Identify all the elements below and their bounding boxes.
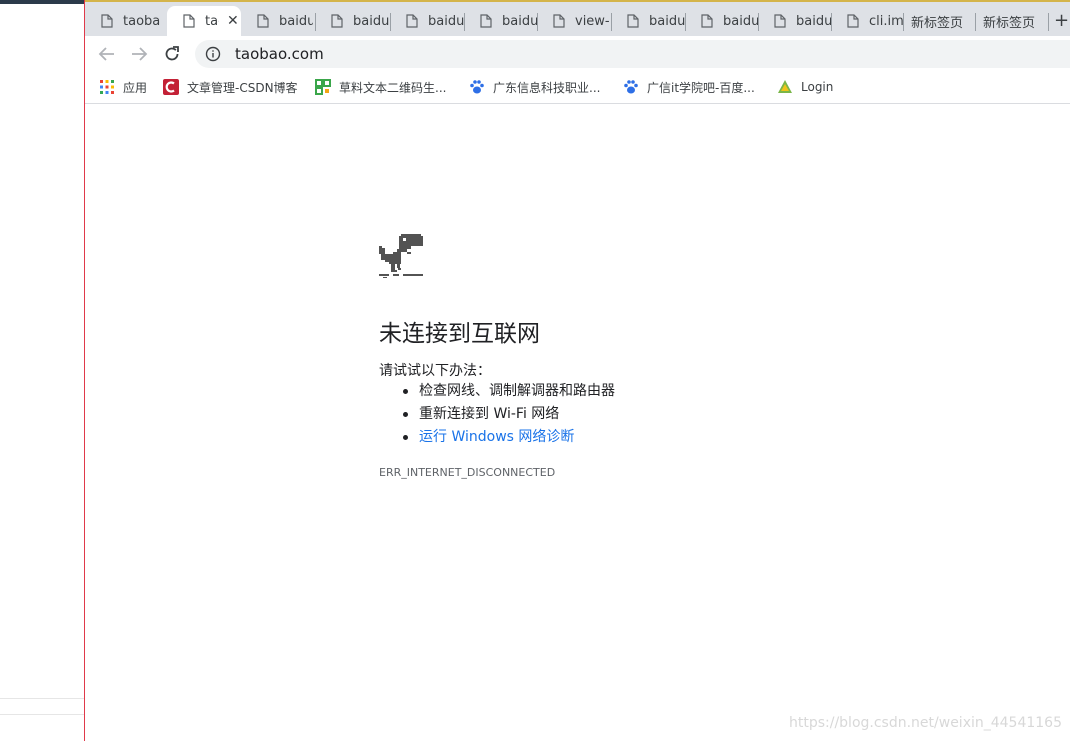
tab-title: tao	[205, 13, 219, 29]
page-icon	[183, 14, 195, 28]
tab-new-tab[interactable]: 新标签页	[975, 6, 1047, 36]
tab-close-icon[interactable]: ✕	[227, 13, 239, 29]
tab-cli-im[interactable]: cli.im	[831, 6, 903, 36]
tab-title: 新标签页	[911, 15, 964, 31]
baidu-paw-icon	[470, 80, 484, 94]
error-code: ERR_INTERNET_DISCONNECTED	[379, 466, 556, 479]
tab-baidu[interactable]: baidu	[685, 6, 758, 36]
bookmark-qrcode[interactable]: 草料文本二维码生...	[315, 78, 446, 96]
tab-baidu[interactable]: baidu	[390, 6, 464, 36]
error-page: 未连接到互联网 请试试以下办法： 检查网线、调制解调器和路由器 重新连接到 Wi…	[85, 104, 1070, 741]
tab-title: baidu	[796, 13, 831, 29]
bookmark-label: Login	[801, 80, 834, 94]
watermark: https://blog.csdn.net/weixin_44541165	[788, 715, 1062, 731]
tab-baidu[interactable]: baidu	[758, 6, 831, 36]
browser-window: taoba tao ✕ baidu baidu baidu baidu	[84, 0, 1070, 741]
tab-strip: taoba tao ✕ baidu baidu baidu baidu	[85, 2, 1070, 36]
arrow-left-icon	[98, 47, 114, 61]
tab-baidu[interactable]: baidu	[611, 6, 685, 36]
tab-baidu[interactable]: baidu	[464, 6, 537, 36]
background-window	[0, 0, 84, 741]
login-logo-icon	[778, 80, 792, 93]
page-icon	[774, 14, 786, 28]
bookmark-label: 文章管理-CSDN博客	[187, 80, 298, 95]
tab-taobao-active[interactable]: tao ✕	[167, 6, 241, 36]
apps-grid-icon	[100, 80, 114, 94]
tab-taobao-1[interactable]: taoba	[85, 6, 165, 36]
tab-baidu[interactable]: baidu	[315, 6, 389, 36]
tab-baidu[interactable]: baidu	[241, 6, 313, 36]
suggestion-reconnect-wifi: 重新连接到 Wi-Fi 网络	[379, 403, 615, 426]
baidu-paw-icon	[624, 80, 638, 94]
tab-new-tab[interactable]: 新标签页	[903, 6, 975, 36]
suggestion-check-cables: 检查网线、调制解调器和路由器	[379, 380, 615, 403]
suggestions-list: 检查网线、调制解调器和路由器 重新连接到 Wi-Fi 网络 运行 Windows…	[379, 380, 615, 449]
reload-button[interactable]	[160, 42, 184, 66]
tab-title: cli.im	[869, 13, 903, 29]
bookmark-gxit[interactable]: 广信it学院吧-百度...	[623, 78, 755, 96]
page-icon	[627, 14, 639, 28]
info-icon[interactable]	[205, 46, 221, 62]
browser-toolbar: taobao.com	[85, 36, 1070, 72]
qrcode-icon	[315, 79, 331, 95]
dinosaur-icon	[379, 234, 423, 278]
background-divider	[0, 698, 84, 699]
tab-title: taoba	[123, 13, 161, 29]
background-divider	[0, 714, 84, 715]
bookmark-login[interactable]: Login	[777, 78, 833, 96]
run-network-diagnostics-link[interactable]: 运行 Windows 网络诊断	[379, 426, 615, 449]
address-bar[interactable]: taobao.com	[195, 40, 1070, 68]
error-title: 未连接到互联网	[379, 321, 540, 347]
bookmark-csdn[interactable]: 文章管理-CSDN博客	[163, 78, 298, 96]
bookmark-label: 广信it学院吧-百度...	[647, 80, 755, 95]
forward-button[interactable]	[127, 42, 151, 66]
tab-title: baidu	[723, 13, 758, 29]
tab-title: 新标签页	[983, 15, 1036, 31]
tab-title: view-	[575, 13, 610, 29]
url-text[interactable]: taobao.com	[235, 45, 324, 63]
arrow-right-icon	[132, 47, 148, 61]
tab-title: baidu	[353, 13, 389, 29]
page-icon	[101, 14, 113, 28]
new-tab-button[interactable]: +	[1054, 10, 1070, 32]
tab-title: baidu	[428, 13, 464, 29]
suggestions-intro: 请试试以下办法：	[379, 363, 491, 379]
page-icon	[406, 14, 418, 28]
bookmark-label: 草料文本二维码生...	[339, 80, 447, 95]
tab-title: baidu	[502, 13, 537, 29]
page-icon	[701, 14, 713, 28]
page-icon	[847, 14, 859, 28]
tab-title: baidu	[279, 13, 313, 29]
csdn-icon	[163, 79, 179, 95]
background-window-titlebar	[0, 0, 84, 4]
tab-title: baidu	[649, 13, 685, 29]
bookmark-label: 广东信息科技职业...	[493, 80, 601, 95]
page-icon	[480, 14, 492, 28]
tab-view[interactable]: view-	[537, 6, 611, 36]
tab-separator	[1048, 13, 1049, 31]
page-icon	[257, 14, 269, 28]
bookmark-gdxx[interactable]: 广东信息科技职业...	[469, 78, 600, 96]
page-icon	[553, 14, 565, 28]
back-button[interactable]	[95, 42, 119, 66]
bookmark-apps[interactable]: 应用	[99, 78, 147, 96]
bookmark-label: 应用	[123, 80, 148, 95]
bookmarks-bar: 应用 文章管理-CSDN博客 草料文本二维码生... 广东信息科技职业... 广…	[85, 72, 1070, 104]
reload-icon	[165, 46, 179, 61]
page-icon	[331, 14, 343, 28]
